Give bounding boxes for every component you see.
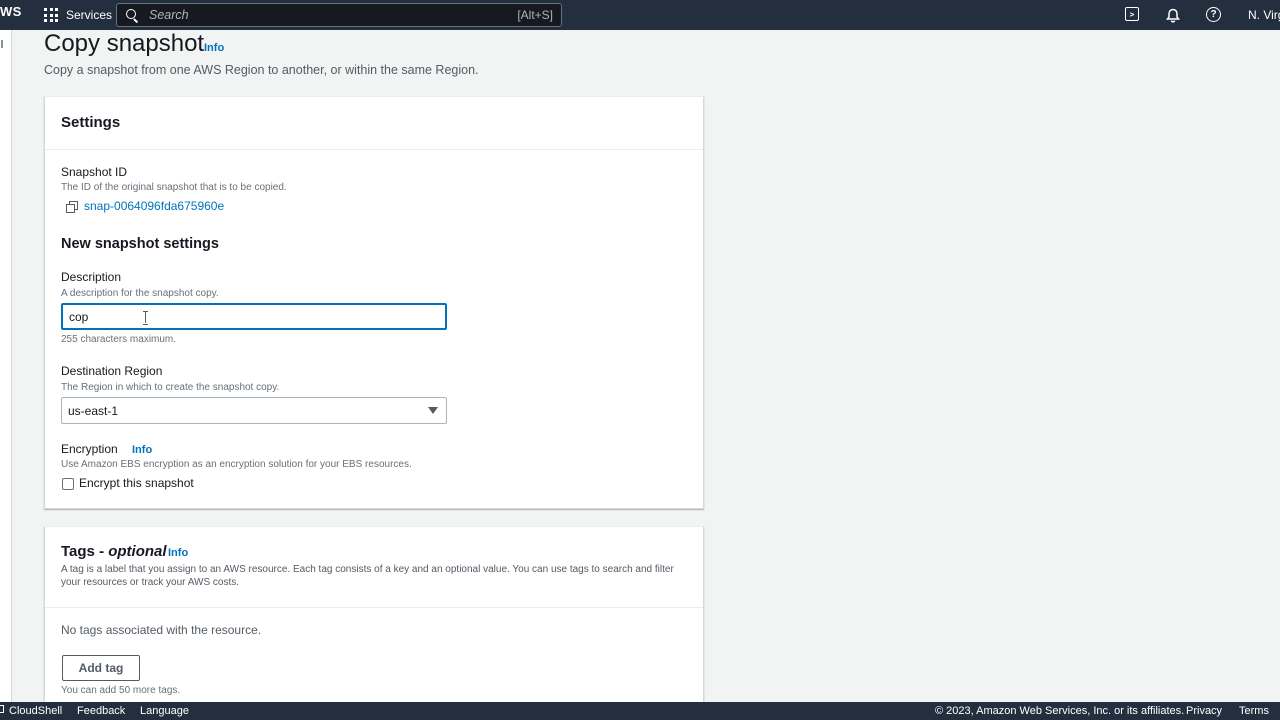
encryption-label: Encryption — [61, 442, 118, 456]
search-placeholder: Search — [149, 8, 189, 22]
copy-icon[interactable] — [66, 201, 78, 213]
snapshot-id-link[interactable]: snap-0064096fda675960e — [84, 199, 224, 213]
tags-heading-prefix: Tags - — [61, 543, 109, 560]
settings-panel: Settings Snapshot ID The ID of the origi… — [44, 96, 704, 509]
side-navigation-strip[interactable] — [0, 30, 12, 702]
aws-logo[interactable]: WS — [0, 4, 22, 19]
footer-feedback-link[interactable]: Feedback — [77, 705, 125, 717]
tags-panel-header: Tags - optional Info A tag is a label th… — [45, 527, 703, 608]
region-selector[interactable]: N. Virg — [1248, 8, 1280, 22]
tags-limit-help: You can add 50 more tags. — [61, 685, 181, 696]
destination-region-help: The Region in which to create the snapsh… — [61, 382, 280, 393]
bell-icon[interactable] — [1165, 7, 1181, 23]
footer-cloudshell-icon[interactable] — [0, 705, 4, 713]
caret-down-icon — [428, 407, 438, 414]
destination-region-value: us-east-1 — [68, 403, 119, 418]
destination-region-select[interactable]: us-east-1 — [61, 397, 447, 424]
cloudshell-icon[interactable]: > — [1125, 7, 1139, 21]
encryption-help: Use Amazon EBS encryption as an encrypti… — [61, 459, 412, 470]
help-icon[interactable]: ? — [1206, 7, 1221, 22]
search-input[interactable]: Search [Alt+S] — [116, 3, 562, 27]
no-tags-message: No tags associated with the resource. — [61, 623, 262, 637]
tags-heading: Tags - optional — [61, 543, 167, 560]
search-icon — [125, 8, 139, 22]
top-navigation: WS Services Search [Alt+S] > ? N. Virg — [0, 0, 1280, 30]
encrypt-snapshot-checkbox[interactable] — [62, 478, 74, 490]
new-snapshot-settings-heading: New snapshot settings — [61, 236, 219, 252]
footer-privacy-link[interactable]: Privacy — [1186, 705, 1222, 717]
settings-heading: Settings — [61, 114, 121, 131]
destination-region-label: Destination Region — [61, 364, 163, 378]
text-cursor-icon — [143, 311, 148, 325]
footer-language-link[interactable]: Language — [140, 705, 189, 717]
description-constraint: 255 characters maximum. — [61, 334, 177, 345]
tags-heading-optional: optional — [108, 543, 167, 560]
snapshot-id-help: The ID of the original snapshot that is … — [61, 182, 287, 193]
add-tag-button[interactable]: Add tag — [62, 655, 140, 681]
page-title: Copy snapshot — [44, 30, 205, 57]
grid-icon — [44, 8, 58, 22]
snapshot-id-label: Snapshot ID — [61, 165, 128, 179]
settings-panel-header: Settings — [45, 97, 703, 150]
tags-info-link[interactable]: Info — [168, 547, 188, 559]
footer-copyright: © 2023, Amazon Web Services, Inc. or its… — [935, 705, 1185, 717]
tags-description: A tag is a label that you assign to an A… — [61, 564, 674, 588]
services-label: Services — [66, 8, 113, 22]
footer-cloudshell-link[interactable]: CloudShell — [9, 705, 62, 717]
footer: CloudShell Feedback Language © 2023, Ama… — [0, 702, 1280, 720]
description-input[interactable] — [61, 303, 447, 330]
tags-panel: Tags - optional Info A tag is a label th… — [44, 526, 704, 716]
encryption-info-link[interactable]: Info — [132, 444, 152, 456]
search-shortcut-hint: [Alt+S] — [517, 8, 553, 22]
title-info-link[interactable]: Info — [204, 42, 224, 54]
page-description: Copy a snapshot from one AWS Region to a… — [44, 63, 479, 77]
encrypt-snapshot-label[interactable]: Encrypt this snapshot — [79, 476, 194, 490]
description-label: Description — [61, 270, 122, 284]
services-menu-button[interactable]: Services — [44, 0, 112, 30]
side-nav-toggle-icon[interactable] — [1, 40, 3, 48]
footer-terms-link[interactable]: Terms — [1239, 705, 1269, 717]
description-help: A description for the snapshot copy. — [61, 288, 219, 299]
